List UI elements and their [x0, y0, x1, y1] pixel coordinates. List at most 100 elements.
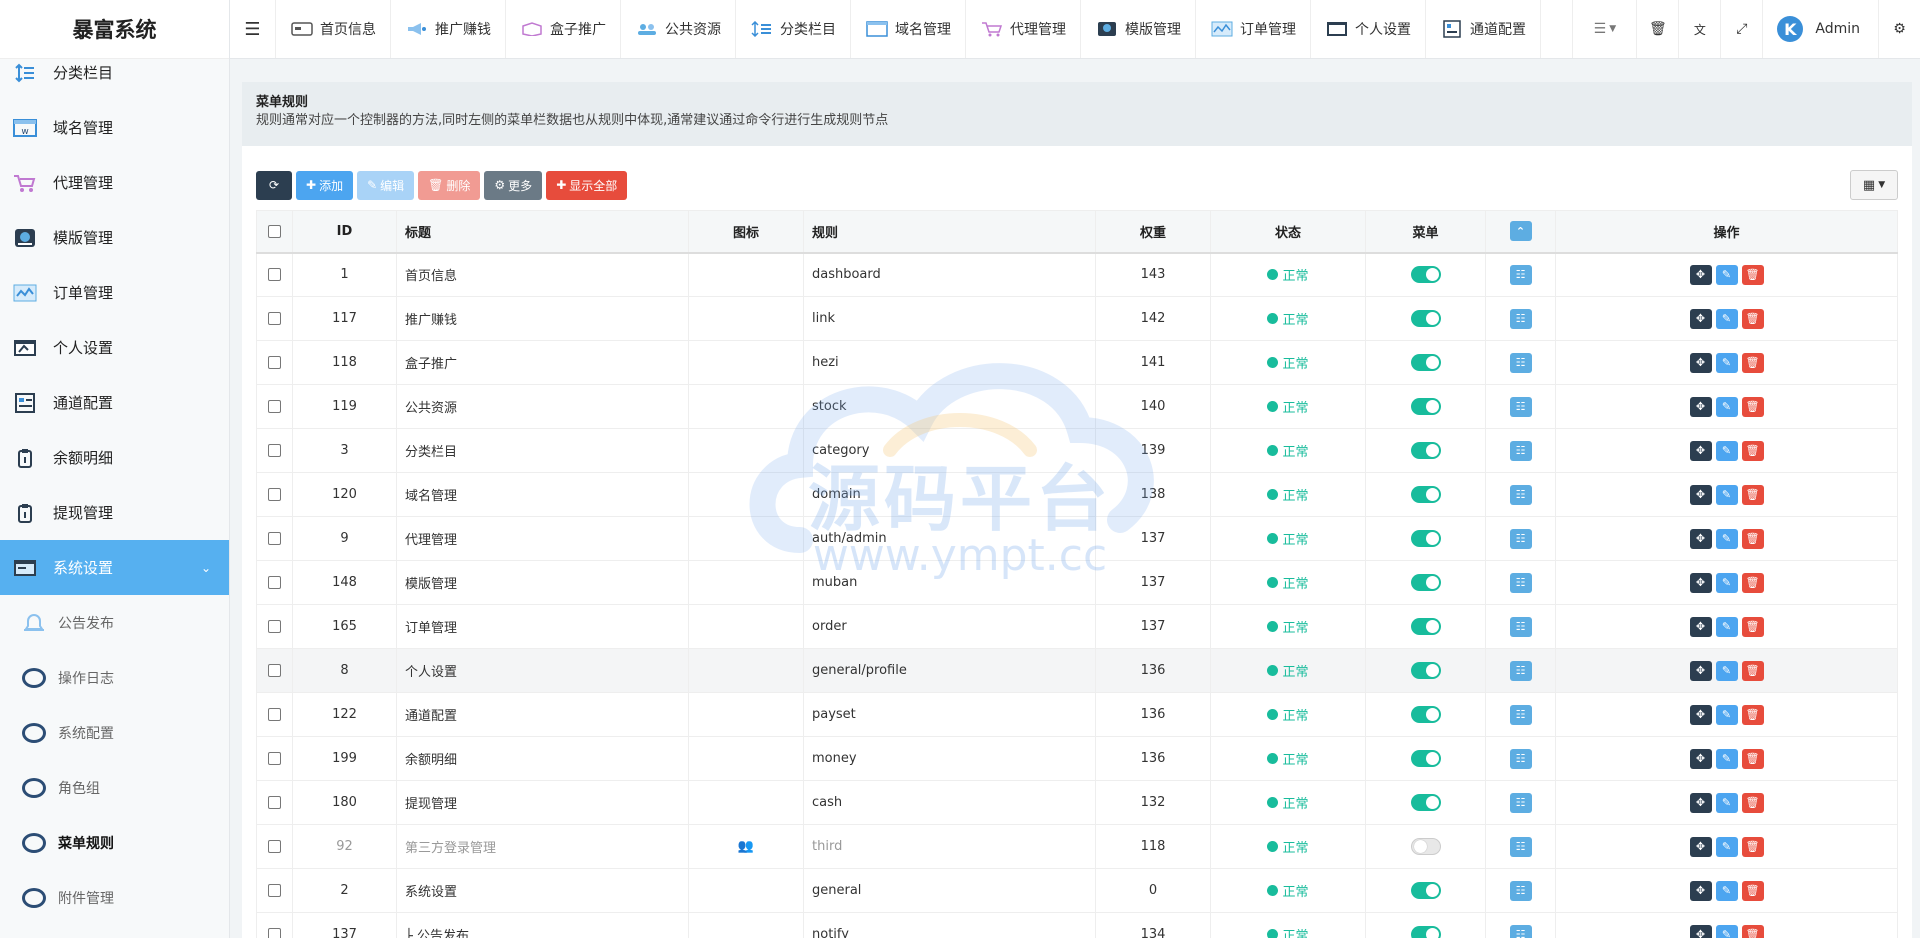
row-edit-button[interactable]: ✎ [1715, 440, 1738, 461]
row-checkbox[interactable] [268, 444, 281, 457]
menu-toggle-switch[interactable] [1410, 266, 1441, 284]
delete-button[interactable]: 🗑 删除 [418, 170, 481, 200]
sidebar-item-money[interactable]: 余额明细 [0, 430, 229, 485]
col-weight[interactable]: 权重 [1095, 210, 1211, 254]
row-edit-button[interactable]: ✎ [1715, 572, 1738, 593]
table-row[interactable]: 2 系统设置 general 0 正常 ☷ ✥ ✎ 🗑 [256, 868, 1898, 913]
col-rule[interactable]: 规则 [803, 210, 1096, 254]
row-edit-button[interactable]: ✎ [1715, 880, 1738, 901]
col-status[interactable]: 状态 [1210, 210, 1366, 254]
drag-move-button[interactable]: ✥ [1689, 396, 1712, 417]
sidebar-item-order[interactable]: 订单管理 [0, 265, 229, 320]
status-badge[interactable]: 正常 [1267, 661, 1309, 680]
row-checkbox[interactable] [268, 268, 281, 282]
row-edit-button[interactable]: ✎ [1715, 352, 1738, 373]
sidebar-subitem-notice[interactable]: 公告发布 [0, 595, 229, 650]
user-menu[interactable]: K Admin [1762, 0, 1878, 58]
table-row[interactable]: 148 模版管理 muban 137 正常 ☷ ✥ ✎ 🗑 [256, 560, 1898, 605]
tab-template[interactable]: 模版管理 [1081, 0, 1196, 58]
drag-move-button[interactable]: ✥ [1689, 528, 1712, 549]
tab-box[interactable]: 盒子推广 [506, 0, 621, 58]
status-badge[interactable]: 正常 [1267, 353, 1309, 372]
sitemap-button[interactable]: ☷ [1509, 704, 1532, 725]
sitemap-button[interactable]: ☷ [1509, 528, 1532, 549]
tab-profile[interactable]: 个人设置 [1311, 0, 1426, 58]
row-checkbox[interactable] [268, 796, 281, 809]
tab-resource[interactable]: 公共资源 [621, 0, 736, 58]
status-badge[interactable]: 正常 [1267, 705, 1309, 724]
columns-toggle-button[interactable]: ▦ ▼ [1850, 170, 1898, 200]
sidebar-item-settings[interactable]: 系统设置 ⌄ [0, 540, 229, 595]
sidebar-item-agent[interactable]: 代理管理 [0, 155, 229, 210]
table-row[interactable]: 120 域名管理 domain 138 正常 ☷ ✥ ✎ 🗑 [256, 472, 1898, 517]
drag-move-button[interactable]: ✥ [1689, 748, 1712, 769]
drag-move-button[interactable]: ✥ [1689, 572, 1712, 593]
status-badge[interactable]: 正常 [1267, 793, 1309, 812]
row-checkbox[interactable] [268, 488, 281, 501]
status-badge[interactable]: 正常 [1267, 309, 1309, 328]
more-button[interactable]: ⚙ 更多 [484, 170, 543, 200]
add-button[interactable]: ✚ 添加 [296, 170, 354, 200]
table-row[interactable]: 8 个人设置 general/profile 136 正常 ☷ ✥ ✎ 🗑 [256, 648, 1898, 693]
edit-button[interactable]: ✎ 编辑 [357, 170, 415, 200]
status-badge[interactable]: 正常 [1267, 485, 1309, 504]
row-edit-button[interactable]: ✎ [1715, 264, 1738, 285]
row-delete-button[interactable]: 🗑 [1741, 660, 1764, 681]
menu-toggle-switch[interactable] [1410, 706, 1441, 723]
sidebar-subitem-role[interactable]: 角色组 [0, 760, 229, 815]
menu-toggle-switch[interactable] [1410, 486, 1441, 503]
row-edit-button[interactable]: ✎ [1715, 616, 1738, 637]
row-checkbox[interactable] [268, 576, 281, 589]
drag-move-button[interactable]: ✥ [1689, 616, 1712, 637]
status-badge[interactable]: 正常 [1267, 441, 1309, 460]
menu-toggle-switch[interactable] [1410, 398, 1441, 415]
row-checkbox[interactable] [268, 400, 281, 413]
menu-toggle-switch[interactable] [1410, 662, 1441, 679]
row-delete-button[interactable]: 🗑 [1741, 836, 1764, 857]
table-row[interactable]: 180 提现管理 cash 132 正常 ☷ ✥ ✎ 🗑 [256, 780, 1898, 825]
sidebar-subitem-menu-rule[interactable]: 菜单规则 [0, 815, 229, 870]
menu-toggle-switch[interactable] [1410, 794, 1441, 811]
tab-channel[interactable]: 通道配置 [1426, 0, 1541, 58]
row-checkbox[interactable] [268, 532, 281, 545]
table-row[interactable]: 92 第三方登录管理 👥 third 118 正常 ☷ ✥ ✎ 🗑 [256, 824, 1898, 869]
table-row[interactable]: 199 余额明细 money 136 正常 ☷ ✥ ✎ 🗑 [256, 736, 1898, 781]
sidebar-item-channel[interactable]: 通道配置 [0, 375, 229, 430]
menu-toggle-switch[interactable] [1410, 926, 1441, 938]
menu-toggle-switch[interactable] [1410, 442, 1441, 459]
sitemap-button[interactable]: ☷ [1509, 264, 1532, 285]
row-delete-button[interactable]: 🗑 [1741, 440, 1764, 461]
menu-toggle-switch[interactable] [1410, 310, 1441, 327]
row-delete-button[interactable]: 🗑 [1741, 616, 1764, 637]
tab-order[interactable]: 订单管理 [1196, 0, 1311, 58]
row-delete-button[interactable]: 🗑 [1741, 792, 1764, 813]
table-row[interactable]: 137 ├ 公告发布 notify 134 正常 ☷ ✥ ✎ 🗑 [256, 912, 1898, 938]
status-badge[interactable]: 正常 [1267, 573, 1309, 592]
col-icon[interactable]: 图标 [688, 210, 804, 254]
sitemap-button[interactable]: ☷ [1509, 308, 1532, 329]
gears-icon[interactable]: ⚙ [1878, 0, 1920, 58]
row-edit-button[interactable]: ✎ [1715, 484, 1738, 505]
table-row[interactable]: 9 代理管理 auth/admin 137 正常 ☷ ✥ ✎ 🗑 [256, 516, 1898, 561]
tab-dashboard[interactable]: 首页信息 [276, 0, 391, 58]
row-checkbox[interactable] [268, 708, 281, 721]
row-edit-button[interactable]: ✎ [1715, 528, 1738, 549]
status-badge[interactable]: 正常 [1267, 265, 1309, 284]
row-delete-button[interactable]: 🗑 [1741, 704, 1764, 725]
sitemap-button[interactable]: ☷ [1509, 440, 1532, 461]
col-title[interactable]: 标题 [396, 210, 689, 254]
menu-toggle-switch[interactable] [1410, 618, 1441, 635]
row-delete-button[interactable]: 🗑 [1741, 396, 1764, 417]
drag-move-button[interactable]: ✥ [1689, 440, 1712, 461]
sitemap-button[interactable]: ☷ [1509, 352, 1532, 373]
row-checkbox[interactable] [268, 664, 281, 677]
row-edit-button[interactable]: ✎ [1715, 704, 1738, 725]
show-all-button[interactable]: ✚ 显示全部 [546, 170, 628, 200]
status-badge[interactable]: 正常 [1267, 925, 1309, 938]
drag-move-button[interactable]: ✥ [1689, 880, 1712, 901]
tab-agent[interactable]: 代理管理 [966, 0, 1081, 58]
row-edit-button[interactable]: ✎ [1715, 792, 1738, 813]
sitemap-button[interactable]: ☷ [1509, 660, 1532, 681]
sitemap-button[interactable]: ☷ [1509, 880, 1532, 901]
drag-move-button[interactable]: ✥ [1689, 792, 1712, 813]
